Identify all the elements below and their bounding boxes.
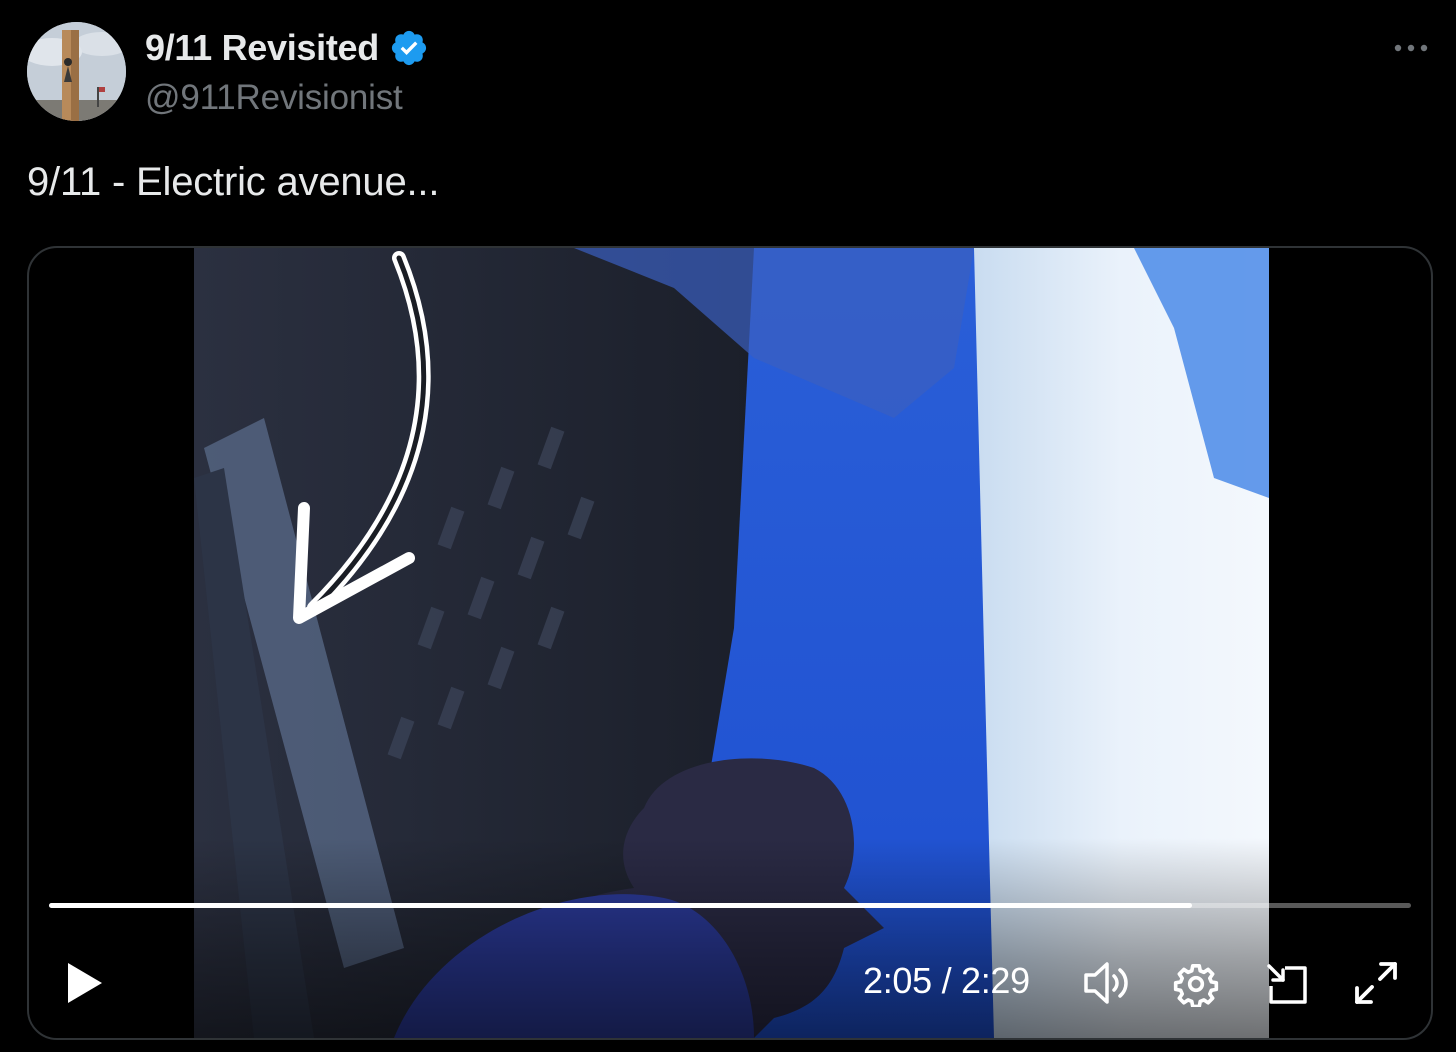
picture-in-picture-icon bbox=[1267, 964, 1307, 1004]
fullscreen-icon bbox=[1355, 962, 1397, 1004]
play-button[interactable] bbox=[65, 960, 105, 1006]
video-progress-bar[interactable] bbox=[49, 903, 1411, 908]
tweet-header: 9/11 Revisited @911Revisionist bbox=[27, 22, 1431, 122]
video-progress-fill bbox=[49, 903, 1192, 908]
settings-button[interactable] bbox=[1173, 961, 1219, 1007]
video-time: 2:05 / 2:29 bbox=[863, 960, 1030, 1001]
author-handle[interactable]: @911Revisionist bbox=[145, 78, 403, 118]
author-display-name[interactable]: 9/11 Revisited bbox=[145, 27, 379, 69]
play-icon bbox=[68, 963, 102, 1003]
controls-overlay bbox=[29, 838, 1431, 1038]
more-options-button[interactable] bbox=[1391, 36, 1431, 60]
avatar-image bbox=[27, 22, 126, 121]
gear-icon bbox=[1173, 963, 1219, 1007]
volume-icon bbox=[1084, 962, 1128, 1004]
avatar[interactable] bbox=[27, 22, 126, 121]
verified-badge-icon bbox=[391, 30, 427, 66]
fullscreen-button[interactable] bbox=[1353, 960, 1399, 1006]
author-name-row: 9/11 Revisited bbox=[145, 26, 429, 70]
video-player[interactable]: 2:05 / 2:29 bbox=[27, 246, 1433, 1040]
picture-in-picture-button[interactable] bbox=[1265, 962, 1311, 1008]
tweet-text: 9/11 - Electric avenue... bbox=[27, 160, 440, 204]
volume-button[interactable] bbox=[1083, 960, 1133, 1006]
more-horizontal-icon bbox=[1394, 44, 1428, 52]
